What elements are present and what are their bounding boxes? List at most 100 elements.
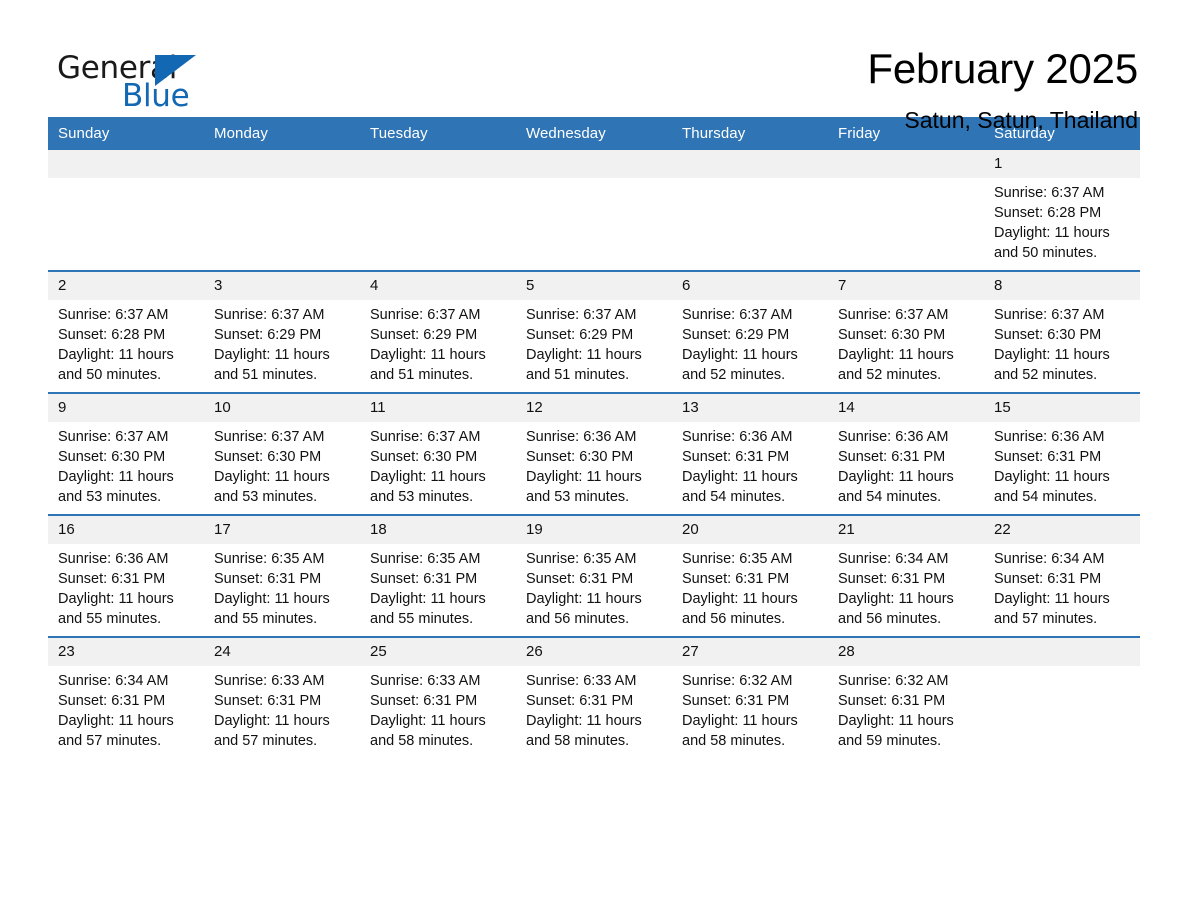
sunset-text: Sunset: 6:31 PM — [682, 693, 790, 709]
calendar-day-cell[interactable]: 13 Sunrise: 6:36 AM Sunset: 6:31 PM Dayligh… — [672, 392, 828, 515]
day-info: Sunrise: 6:34 AM Sunset: 6:31 PM Daylight:… — [984, 544, 1140, 629]
calendar-day-cell[interactable]: 19 Sunrise: 6:35 AM Sunset: 6:31 PM Dayligh… — [516, 514, 672, 637]
sunset-text: Sunset: 6:31 PM — [838, 571, 946, 587]
calendar-week-row: 9 Sunrise: 6:37 AM Sunset: 6:30 PM Daylight… — [48, 392, 1140, 515]
calendar-day-cell[interactable]: 25 Sunrise: 6:33 AM Sunset: 6:31 PM Dayligh… — [360, 636, 516, 758]
day-info: Sunrise: 6:32 AM Sunset: 6:31 PM Daylight:… — [672, 666, 828, 751]
calendar-day-cell[interactable]: 4 Sunrise: 6:37 AM Sunset: 6:29 PM Daylight… — [360, 270, 516, 393]
day-number: 24 — [204, 638, 360, 666]
weekday-header-tuesday: Tuesday — [360, 117, 516, 150]
daylight-text-line1: Daylight: 11 hours — [838, 347, 954, 363]
calendar-day-cell[interactable]: 26 Sunrise: 6:33 AM Sunset: 6:31 PM Dayligh… — [516, 636, 672, 758]
day-number: 12 — [516, 394, 672, 422]
calendar-day-cell[interactable]: 3 Sunrise: 6:37 AM Sunset: 6:29 PM Daylight… — [204, 270, 360, 393]
day-info: Sunrise: 6:36 AM Sunset: 6:31 PM Daylight:… — [48, 544, 204, 629]
calendar-day-cell[interactable]: 20 Sunrise: 6:35 AM Sunset: 6:31 PM Dayligh… — [672, 514, 828, 637]
sunset-text: Sunset: 6:30 PM — [994, 327, 1102, 343]
calendar-day-cell[interactable]: 18 Sunrise: 6:35 AM Sunset: 6:31 PM Dayligh… — [360, 514, 516, 637]
day-info: Sunrise: 6:37 AM Sunset: 6:30 PM Daylight:… — [828, 300, 984, 385]
calendar-day-cell[interactable]: 17 Sunrise: 6:35 AM Sunset: 6:31 PM Dayligh… — [204, 514, 360, 637]
day-number: 18 — [360, 516, 516, 544]
calendar-day-cell[interactable]: 21 Sunrise: 6:34 AM Sunset: 6:31 PM Dayligh… — [828, 514, 984, 637]
calendar-day-cell[interactable]: 1 Sunrise: 6:37 AM Sunset: 6:28 PM Daylight… — [984, 150, 1140, 271]
calendar-day-cell[interactable]: 15 Sunrise: 6:36 AM Sunset: 6:31 PM Dayligh… — [984, 392, 1140, 515]
calendar-cell-empty — [360, 150, 516, 271]
sunrise-text: Sunrise: 6:34 AM — [994, 551, 1105, 567]
calendar-page: General Blue February 2025 Satun, Satun,… — [0, 0, 1188, 918]
sunrise-text: Sunrise: 6:35 AM — [526, 551, 637, 567]
calendar-body: 1 Sunrise: 6:37 AM Sunset: 6:28 PM Daylight… — [48, 150, 1140, 758]
sunrise-text: Sunrise: 6:37 AM — [58, 307, 169, 323]
daylight-text-line2: and 54 minutes. — [994, 489, 1098, 505]
calendar-day-cell[interactable]: 28 Sunrise: 6:32 AM Sunset: 6:31 PM Dayligh… — [828, 636, 984, 758]
sunrise-text: Sunrise: 6:34 AM — [58, 673, 169, 689]
calendar-cell-empty — [48, 150, 204, 271]
sunset-text: Sunset: 6:31 PM — [214, 693, 322, 709]
calendar-cell-empty — [828, 150, 984, 271]
calendar-day-cell[interactable]: 8 Sunrise: 6:37 AM Sunset: 6:30 PM Daylight… — [984, 270, 1140, 393]
day-info: Sunrise: 6:34 AM Sunset: 6:31 PM Daylight:… — [48, 666, 204, 751]
day-info: Sunrise: 6:37 AM Sunset: 6:30 PM Daylight:… — [204, 422, 360, 507]
calendar-cell-empty — [984, 636, 1140, 758]
calendar-day-cell[interactable]: 14 Sunrise: 6:36 AM Sunset: 6:31 PM Dayligh… — [828, 392, 984, 515]
day-number: 2 — [48, 272, 204, 300]
day-number: 5 — [516, 272, 672, 300]
day-number: 10 — [204, 394, 360, 422]
daylight-text-line1: Daylight: 11 hours — [682, 713, 798, 729]
calendar-day-cell[interactable]: 16 Sunrise: 6:36 AM Sunset: 6:31 PM Dayligh… — [48, 514, 204, 637]
calendar-day-cell[interactable]: 6 Sunrise: 6:37 AM Sunset: 6:29 PM Daylight… — [672, 270, 828, 393]
calendar-day-cell[interactable]: 7 Sunrise: 6:37 AM Sunset: 6:30 PM Daylight… — [828, 270, 984, 393]
calendar-day-cell[interactable]: 27 Sunrise: 6:32 AM Sunset: 6:31 PM Dayligh… — [672, 636, 828, 758]
calendar-day-cell[interactable]: 10 Sunrise: 6:37 AM Sunset: 6:30 PM Dayligh… — [204, 392, 360, 515]
calendar-day-cell[interactable]: 2 Sunrise: 6:37 AM Sunset: 6:28 PM Daylight… — [48, 270, 204, 393]
day-info: Sunrise: 6:37 AM Sunset: 6:29 PM Daylight:… — [360, 300, 516, 385]
day-number: 4 — [360, 272, 516, 300]
weekday-header-sunday: Sunday — [48, 117, 204, 150]
sunset-text: Sunset: 6:31 PM — [682, 449, 790, 465]
sunrise-text: Sunrise: 6:37 AM — [214, 307, 325, 323]
calendar-week-row: 23 Sunrise: 6:34 AM Sunset: 6:31 PM Dayligh… — [48, 636, 1140, 758]
day-number: 15 — [984, 394, 1140, 422]
calendar-day-cell[interactable]: 24 Sunrise: 6:33 AM Sunset: 6:31 PM Dayligh… — [204, 636, 360, 758]
sunset-text: Sunset: 6:29 PM — [370, 327, 478, 343]
day-number — [672, 150, 828, 178]
daylight-text-line2: and 53 minutes. — [58, 489, 162, 505]
daylight-text-line2: and 56 minutes. — [526, 611, 630, 627]
sunrise-text: Sunrise: 6:37 AM — [682, 307, 793, 323]
sunset-text: Sunset: 6:31 PM — [838, 449, 946, 465]
sunrise-text: Sunrise: 6:37 AM — [370, 429, 481, 445]
day-number — [204, 150, 360, 178]
daylight-text-line2: and 53 minutes. — [526, 489, 630, 505]
daylight-text-line1: Daylight: 11 hours — [526, 347, 642, 363]
daylight-text-line1: Daylight: 11 hours — [58, 591, 174, 607]
calendar-day-cell[interactable]: 9 Sunrise: 6:37 AM Sunset: 6:30 PM Daylight… — [48, 392, 204, 515]
daylight-text-line2: and 50 minutes. — [994, 245, 1098, 261]
sunrise-text: Sunrise: 6:37 AM — [58, 429, 169, 445]
sunset-text: Sunset: 6:31 PM — [838, 693, 946, 709]
calendar-cell-empty — [204, 150, 360, 271]
day-number: 25 — [360, 638, 516, 666]
sunset-text: Sunset: 6:29 PM — [526, 327, 634, 343]
weekday-header-thursday: Thursday — [672, 117, 828, 150]
daylight-text-line2: and 53 minutes. — [214, 489, 318, 505]
day-info: Sunrise: 6:35 AM Sunset: 6:31 PM Daylight:… — [516, 544, 672, 629]
daylight-text-line1: Daylight: 11 hours — [994, 225, 1110, 241]
calendar-day-cell[interactable]: 5 Sunrise: 6:37 AM Sunset: 6:29 PM Daylight… — [516, 270, 672, 393]
sunset-text: Sunset: 6:30 PM — [526, 449, 634, 465]
title-block: February 2025 Satun, Satun, Thailand — [867, 44, 1140, 135]
sunrise-text: Sunrise: 6:34 AM — [838, 551, 949, 567]
calendar-day-cell[interactable]: 22 Sunrise: 6:34 AM Sunset: 6:31 PM Dayligh… — [984, 514, 1140, 637]
calendar-day-cell[interactable]: 11 Sunrise: 6:37 AM Sunset: 6:30 PM Dayligh… — [360, 392, 516, 515]
daylight-text-line2: and 57 minutes. — [58, 733, 162, 749]
calendar-day-cell[interactable]: 23 Sunrise: 6:34 AM Sunset: 6:31 PM Dayligh… — [48, 636, 204, 758]
sunrise-text: Sunrise: 6:36 AM — [838, 429, 949, 445]
daylight-text-line2: and 51 minutes. — [370, 367, 474, 383]
day-number: 7 — [828, 272, 984, 300]
sunset-text: Sunset: 6:31 PM — [370, 571, 478, 587]
calendar-day-cell[interactable]: 12 Sunrise: 6:36 AM Sunset: 6:30 PM Dayligh… — [516, 392, 672, 515]
daylight-text-line2: and 52 minutes. — [682, 367, 786, 383]
generalblue-logo[interactable]: General Blue — [48, 44, 198, 114]
daylight-text-line2: and 50 minutes. — [58, 367, 162, 383]
sunrise-text: Sunrise: 6:37 AM — [838, 307, 949, 323]
logo-text-blue: Blue — [122, 78, 190, 114]
